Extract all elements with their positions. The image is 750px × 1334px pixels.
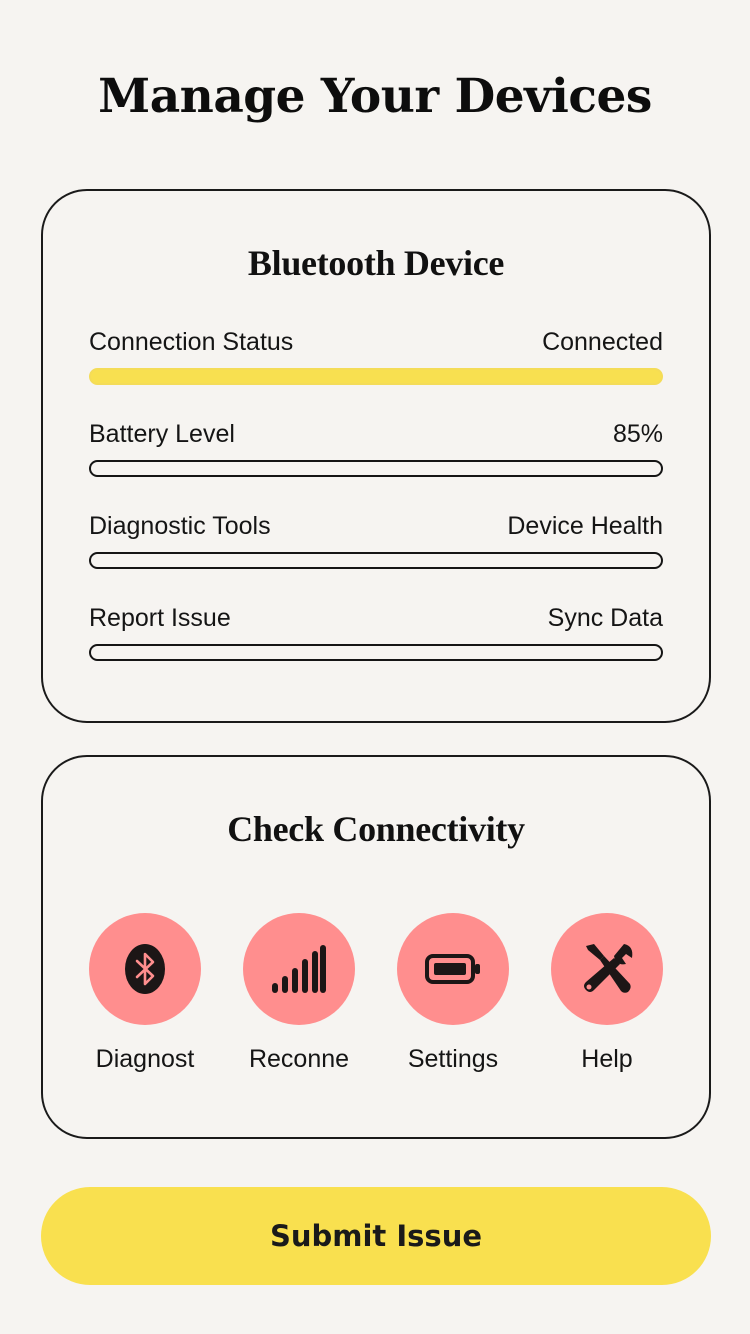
bluetooth-device-card: Bluetooth Device Connection Status Conne… [41, 189, 711, 723]
reconnect-action-label: Reconne [248, 1045, 350, 1073]
battery-level-row: Battery Level 85% [89, 418, 663, 488]
submit-issue-button[interactable]: Submit Issue [41, 1187, 711, 1285]
device-health-value[interactable]: Device Health [507, 510, 663, 542]
report-issue-label[interactable]: Report Issue [89, 602, 231, 634]
help-action-label: Help [581, 1045, 633, 1073]
signal-bars-icon [272, 945, 326, 993]
check-connectivity-card: Check Connectivity Diagnost Reconne Sett… [41, 755, 711, 1139]
help-action[interactable]: Help [551, 913, 663, 1083]
settings-action-circle[interactable] [397, 913, 509, 1025]
connection-status-row: Connection Status Connected [89, 326, 663, 396]
sync-data-value[interactable]: Sync Data [548, 602, 663, 634]
settings-action[interactable]: Settings [397, 913, 509, 1083]
tools-icon [584, 944, 633, 993]
reconnect-action-circle[interactable] [243, 913, 355, 1025]
connectivity-actions: Diagnost Reconne Settings Help [89, 913, 663, 1083]
diagnostic-tools-row[interactable]: Diagnostic Tools Device Health [89, 510, 663, 580]
battery-level-value: 85% [612, 420, 663, 448]
connection-status-bar [89, 368, 663, 385]
connectivity-card-title: Check Connectivity [227, 809, 525, 849]
help-action-circle[interactable] [551, 913, 663, 1025]
diagnose-action[interactable]: Diagnost [89, 913, 201, 1083]
diagnostic-tools-label: Diagnostic Tools [89, 512, 271, 540]
connection-status-value: Connected [542, 328, 663, 356]
diagnose-action-label: Diagnost [95, 1045, 195, 1073]
diagnostic-tools-bar [89, 552, 663, 569]
bluetooth-icon [125, 944, 165, 994]
connection-status-fill [91, 370, 661, 383]
report-issue-row[interactable]: Report Issue Sync Data [89, 602, 663, 672]
device-card-title: Bluetooth Device [247, 243, 505, 283]
diagnose-action-circle[interactable] [89, 913, 201, 1025]
battery-level-bar [89, 460, 663, 477]
reconnect-action[interactable]: Reconne [243, 913, 355, 1083]
battery-level-label: Battery Level [89, 420, 235, 448]
battery-icon [425, 954, 480, 984]
connection-status-label: Connection Status [89, 328, 294, 356]
page-title: Manage Your Devices [98, 69, 652, 124]
settings-action-label: Settings [407, 1045, 499, 1073]
report-issue-bar [89, 644, 663, 661]
